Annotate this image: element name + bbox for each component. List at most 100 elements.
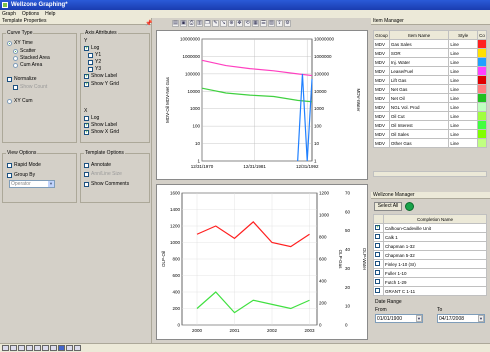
print-icon[interactable]: ⎙ (188, 19, 195, 27)
zoom-icon[interactable]: ⊕ (228, 19, 235, 27)
scatter-radio[interactable]: Scatter (13, 48, 36, 54)
pin-icon[interactable]: 📌 (145, 20, 152, 27)
chart-icon[interactable]: ▥ (196, 19, 203, 27)
refresh-icon[interactable] (405, 202, 414, 211)
bottom-chart[interactable]: 1600 1400 1200 1000 800 600 400 200 0 1200 1000 800… (156, 184, 368, 340)
rapid-mode-checkbox[interactable]: Rapid Mode (7, 162, 41, 168)
item-color-swatch[interactable] (477, 129, 487, 139)
settings-icon[interactable]: ⚙ (284, 19, 291, 27)
col-group[interactable]: Group (373, 30, 390, 40)
wellzone-checkbox[interactable] (373, 277, 384, 287)
wellzone-row[interactable]: Finley 1-10 (SI) (373, 259, 487, 269)
item-row[interactable]: MDV Gas Sales Line (373, 39, 487, 49)
layout-2-icon[interactable] (10, 345, 17, 351)
grid-icon[interactable]: ▦ (252, 19, 259, 27)
item-color-swatch[interactable] (477, 48, 487, 58)
wellzone-checkbox[interactable] (373, 250, 384, 260)
top-chart[interactable]: 10000000 10000000 1000000 1000000 100000 1000… (156, 30, 368, 180)
item-row[interactable]: MDV Other Gas Line (373, 138, 487, 148)
save-icon[interactable]: ▣ (180, 19, 187, 27)
item-color-swatch[interactable] (477, 66, 487, 76)
col-style[interactable]: Style (448, 30, 478, 40)
item-row[interactable]: MDV Inj. Water Line (373, 57, 487, 67)
xy-cum-radio[interactable]: XY Cum (7, 98, 33, 104)
show-y-grid-checkbox[interactable]: Show Y Grid (84, 81, 119, 87)
y3-checkbox[interactable]: Y3 (88, 66, 101, 72)
open-icon[interactable]: ▤ (172, 19, 179, 27)
menu-graph[interactable]: Graph (2, 11, 16, 17)
edit-icon[interactable]: ✎ (212, 19, 219, 27)
col-item-name[interactable]: Item Name (388, 30, 450, 40)
wellzone-checkbox[interactable] (373, 268, 384, 278)
wellzone-row[interactable]: GRANT C 1-11 (373, 286, 487, 296)
copy-icon[interactable]: ❐ (204, 19, 211, 27)
table-icon[interactable]: ▧ (268, 19, 275, 27)
annotate-checkbox[interactable]: Annotate (84, 162, 111, 168)
group-by-checkbox[interactable]: Group By (7, 172, 35, 178)
item-color-swatch[interactable] (477, 120, 487, 130)
show-count-checkbox[interactable]: Show Count (13, 84, 47, 90)
item-color-swatch[interactable] (477, 75, 487, 85)
item-color-swatch[interactable] (477, 57, 487, 67)
show-comments-checkbox[interactable]: Show Comments (84, 181, 129, 187)
y-log-checkbox[interactable]: Log (84, 45, 99, 51)
calendar-dropdown-icon[interactable]: ▼ (416, 315, 422, 322)
x-log-checkbox[interactable]: Log (84, 115, 99, 121)
ann-line-size-checkbox[interactable]: Ann/Line Size (84, 171, 122, 177)
wellzone-row[interactable]: Futch 1-29 (373, 277, 487, 287)
export-layout-icon[interactable] (74, 345, 81, 351)
wellzone-checkbox[interactable] (373, 232, 384, 242)
wellzone-row[interactable]: Calk 1 (373, 232, 487, 242)
show-x-grid-checkbox[interactable]: Show X Grid (84, 129, 119, 135)
item-row[interactable]: MDV NGL Vol. Prod Line (373, 102, 487, 112)
xy-time-radio[interactable]: XY Time (7, 40, 33, 46)
layout-5-icon[interactable] (34, 345, 41, 351)
calendar-dropdown-icon[interactable]: ▼ (478, 315, 484, 322)
y-show-label-checkbox[interactable]: Show Label (84, 73, 117, 79)
wellzone-checkbox[interactable] (373, 259, 384, 269)
layout-6-icon[interactable] (42, 345, 49, 351)
layout-3-icon[interactable] (18, 345, 25, 351)
group-by-select[interactable]: Operator ▼ (9, 180, 55, 188)
item-color-swatch[interactable] (477, 102, 487, 112)
from-date-input[interactable]: 01/01/1900 ▼ (375, 314, 423, 323)
wellzone-row[interactable]: Chapman 1-32 (373, 241, 487, 251)
select-all-button[interactable]: Select All (374, 202, 402, 211)
cum-area-radio[interactable]: Cum Area (13, 62, 42, 68)
reset-icon[interactable]: ⟲ (244, 19, 251, 27)
item-color-swatch[interactable] (477, 93, 487, 103)
pan-icon[interactable]: ✥ (236, 19, 243, 27)
y1-checkbox[interactable]: Y1 (88, 52, 101, 58)
item-row[interactable]: MDV Oil Sales Line (373, 129, 487, 139)
layout-4-icon[interactable] (26, 345, 33, 351)
item-row[interactable]: MDV Oil Cut Line (373, 111, 487, 121)
item-row[interactable]: MDV Lease/Fuel Line (373, 66, 487, 76)
wellzone-row[interactable]: Fuller 1-10 (373, 268, 487, 278)
export-icon[interactable]: ⇪ (276, 19, 283, 27)
item-row[interactable]: MDV Net Oil Line (373, 93, 487, 103)
x-show-label-checkbox[interactable]: Show Label (84, 122, 117, 128)
wellzone-row[interactable]: Chapman 5-32 (373, 250, 487, 260)
layout-7-icon[interactable] (50, 345, 57, 351)
menu-options[interactable]: Options (22, 11, 39, 17)
to-date-input[interactable]: 04/17/2008 ▼ (437, 314, 485, 323)
item-color-swatch[interactable] (477, 84, 487, 94)
layout-1-icon[interactable] (2, 345, 9, 351)
item-color-swatch[interactable] (477, 111, 487, 121)
print-layout-icon[interactable] (66, 345, 73, 351)
arrow-icon[interactable]: ↘ (220, 19, 227, 27)
normalize-checkbox[interactable]: Normalize (7, 76, 37, 82)
item-row[interactable]: MDV SOR Line (373, 48, 487, 58)
y2-checkbox[interactable]: Y2 (88, 59, 101, 65)
menu-help[interactable]: Help (45, 11, 55, 17)
save-layout-icon[interactable] (58, 345, 65, 351)
wellzone-checkbox[interactable] (373, 286, 384, 296)
item-row[interactable]: MDV Net Gas Line (373, 84, 487, 94)
wellzone-checkbox[interactable] (373, 223, 384, 233)
legend-icon[interactable]: ☰ (260, 19, 267, 27)
wellzone-row[interactable]: Calhoun-Cadeville Unit (373, 223, 487, 233)
stacked-area-radio[interactable]: Stacked Area (13, 55, 50, 61)
item-scrollbar[interactable] (373, 171, 487, 177)
item-row[interactable]: MDV Oil Interest Line (373, 120, 487, 130)
col-completion-name[interactable]: Completion Name (383, 214, 487, 224)
